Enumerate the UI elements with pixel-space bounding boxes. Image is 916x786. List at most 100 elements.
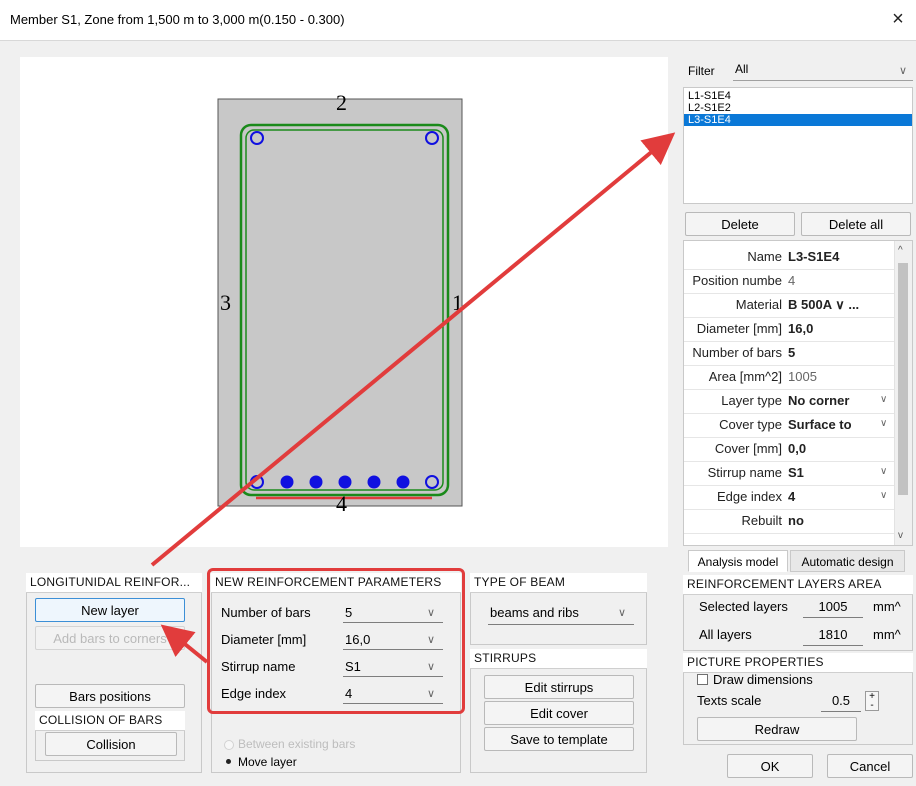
cancel-button[interactable]: Cancel (827, 754, 913, 778)
longitudinal-group-title: LONGITUNIDAL REINFOR... (26, 573, 202, 593)
radio-move-label: Move layer (238, 755, 297, 769)
tab-analysis-model[interactable]: Analysis model (688, 550, 788, 572)
property-value[interactable]: 1005 (788, 369, 817, 384)
new-layer-button[interactable]: New layer (35, 598, 185, 622)
property-key: Cover type (719, 417, 782, 432)
property-value[interactable]: 0,0 (788, 441, 806, 456)
property-key: Position numbe (692, 273, 782, 288)
property-key: Cover [mm] (714, 441, 782, 456)
property-row[interactable]: Rebuilt no (684, 509, 894, 534)
selected-layers-unit: mm^ (873, 599, 901, 614)
selected-layers-label: Selected layers (699, 599, 788, 614)
redraw-button[interactable]: Redraw (697, 717, 857, 741)
collision-group-title: COLLISION OF BARS (35, 711, 185, 731)
layer-properties[interactable]: Name L3-S1E4 Position numbe 4 Material B 500A… (683, 240, 913, 546)
property-row[interactable]: Name L3-S1E4 (684, 245, 894, 270)
add-bars-to-corners-button[interactable]: Add bars to corners (35, 626, 185, 650)
rebar-bar (367, 475, 381, 489)
selected-layers-value: 1005 (803, 599, 863, 618)
property-row[interactable]: Number of bars 5 (684, 341, 894, 366)
property-value[interactable]: 16,0 (788, 321, 813, 336)
property-row[interactable]: Edge index 4 ∨ (684, 485, 894, 510)
property-row[interactable]: Area [mm^2] 1005 (684, 365, 894, 390)
property-row[interactable]: Diameter [mm] 16,0 (684, 317, 894, 342)
collision-button[interactable]: Collision (45, 732, 177, 756)
scroll-thumb[interactable] (898, 263, 908, 495)
layer-list-item[interactable]: L1-S1E4 (684, 90, 912, 102)
beam-type-select[interactable]: beams and ribs ∨ (488, 603, 634, 625)
property-key: Diameter [mm] (696, 321, 782, 336)
texts-scale-label: Texts scale (697, 693, 762, 708)
filter-select[interactable]: All ∨ (733, 61, 913, 81)
property-row[interactable]: Position numbe 4 (684, 269, 894, 294)
property-value[interactable]: S1 (788, 465, 804, 480)
section-canvas[interactable]: 2 3 1 4 (20, 57, 668, 547)
window-title: Member S1, Zone from 1,500 m to 3,000 m(… (10, 12, 345, 27)
all-layers-unit: mm^ (873, 627, 901, 642)
highlight-box (207, 568, 465, 714)
property-key: Layer type (721, 393, 782, 408)
property-key: Edge index (716, 489, 782, 504)
property-key: Area [mm^2] (708, 369, 782, 384)
property-value[interactable]: No corner (788, 393, 849, 408)
layer-list[interactable]: L1-S1E4 L2-S1E2 L3-S1E4 (683, 87, 913, 204)
edge-label-right: 1 (452, 290, 463, 315)
rebar-bar (338, 475, 352, 489)
property-value[interactable]: 4 (788, 489, 795, 504)
beam-type-title: TYPE OF BEAM (470, 573, 647, 593)
filter-label: Filter (688, 64, 715, 78)
rebar-bar (309, 475, 323, 489)
scroll-up-icon[interactable]: ^ (898, 245, 903, 256)
edit-stirrups-button[interactable]: Edit stirrups (484, 675, 634, 699)
texts-scale-value: 0.5 (821, 693, 861, 712)
all-layers-value: 1810 (803, 627, 863, 646)
texts-scale-spinner[interactable]: + - (865, 691, 879, 711)
property-value[interactable]: no (788, 513, 804, 528)
tab-automatic-design[interactable]: Automatic design (790, 550, 905, 572)
close-icon[interactable]: × (884, 6, 912, 32)
scroll-down-icon[interactable]: v (898, 530, 903, 541)
property-row[interactable]: Cover type Surface to ∨ (684, 413, 894, 438)
chevron-down-icon[interactable]: ∨ (880, 418, 887, 429)
property-row[interactable]: Layer type No corner ∨ (684, 389, 894, 414)
property-row[interactable]: Cover [mm] 0,0 (684, 437, 894, 462)
ok-button[interactable]: OK (727, 754, 813, 778)
property-row[interactable]: Material B 500A ∨ ... (684, 293, 894, 318)
layers-area-title: REINFORCEMENT LAYERS AREA (683, 575, 913, 595)
property-value[interactable]: Surface to (788, 417, 852, 432)
property-value[interactable]: 5 (788, 345, 795, 360)
draw-dimensions-label: Draw dimensions (713, 672, 813, 687)
property-key: Stirrup name (707, 465, 782, 480)
concrete-section (217, 98, 463, 507)
decrement-icon[interactable]: - (866, 701, 878, 711)
property-value[interactable]: 4 (788, 273, 795, 288)
edit-cover-button[interactable]: Edit cover (484, 701, 634, 725)
property-row[interactable]: Stirrup name S1 ∨ (684, 461, 894, 486)
layer-list-item-selected[interactable]: L3-S1E4 (684, 114, 912, 126)
delete-button[interactable]: Delete (685, 212, 795, 236)
beam-type-value: beams and ribs (490, 605, 579, 620)
rebar-bar (280, 475, 294, 489)
property-value[interactable]: L3-S1E4 (788, 249, 839, 264)
property-key: Number of bars (692, 345, 782, 360)
chevron-down-icon[interactable]: ∨ (880, 490, 887, 501)
draw-dimensions-checkbox[interactable] (697, 674, 708, 685)
edge-label-left: 3 (220, 290, 231, 315)
property-key: Name (747, 249, 782, 264)
bars-positions-button[interactable]: Bars positions (35, 684, 185, 708)
property-key: Rebuilt (741, 513, 782, 528)
property-value[interactable]: B 500A ∨ ... (788, 297, 859, 313)
radio-move-layer-selected[interactable] (226, 759, 231, 764)
save-to-template-button[interactable]: Save to template (484, 727, 634, 751)
edge-label-top: 2 (336, 90, 347, 115)
radio-between-existing-bars[interactable] (224, 740, 234, 750)
properties-scrollbar[interactable]: ^ v (894, 241, 912, 545)
layer-list-item[interactable]: L2-S1E2 (684, 102, 912, 114)
chevron-down-icon[interactable]: ∨ (880, 394, 887, 405)
stirrups-title: STIRRUPS (470, 649, 647, 669)
rebar-bar (396, 475, 410, 489)
chevron-down-icon[interactable]: ∨ (880, 466, 887, 477)
picture-properties-title: PICTURE PROPERTIES (683, 653, 913, 673)
all-layers-label: All layers (699, 627, 752, 642)
delete-all-button[interactable]: Delete all (801, 212, 911, 236)
